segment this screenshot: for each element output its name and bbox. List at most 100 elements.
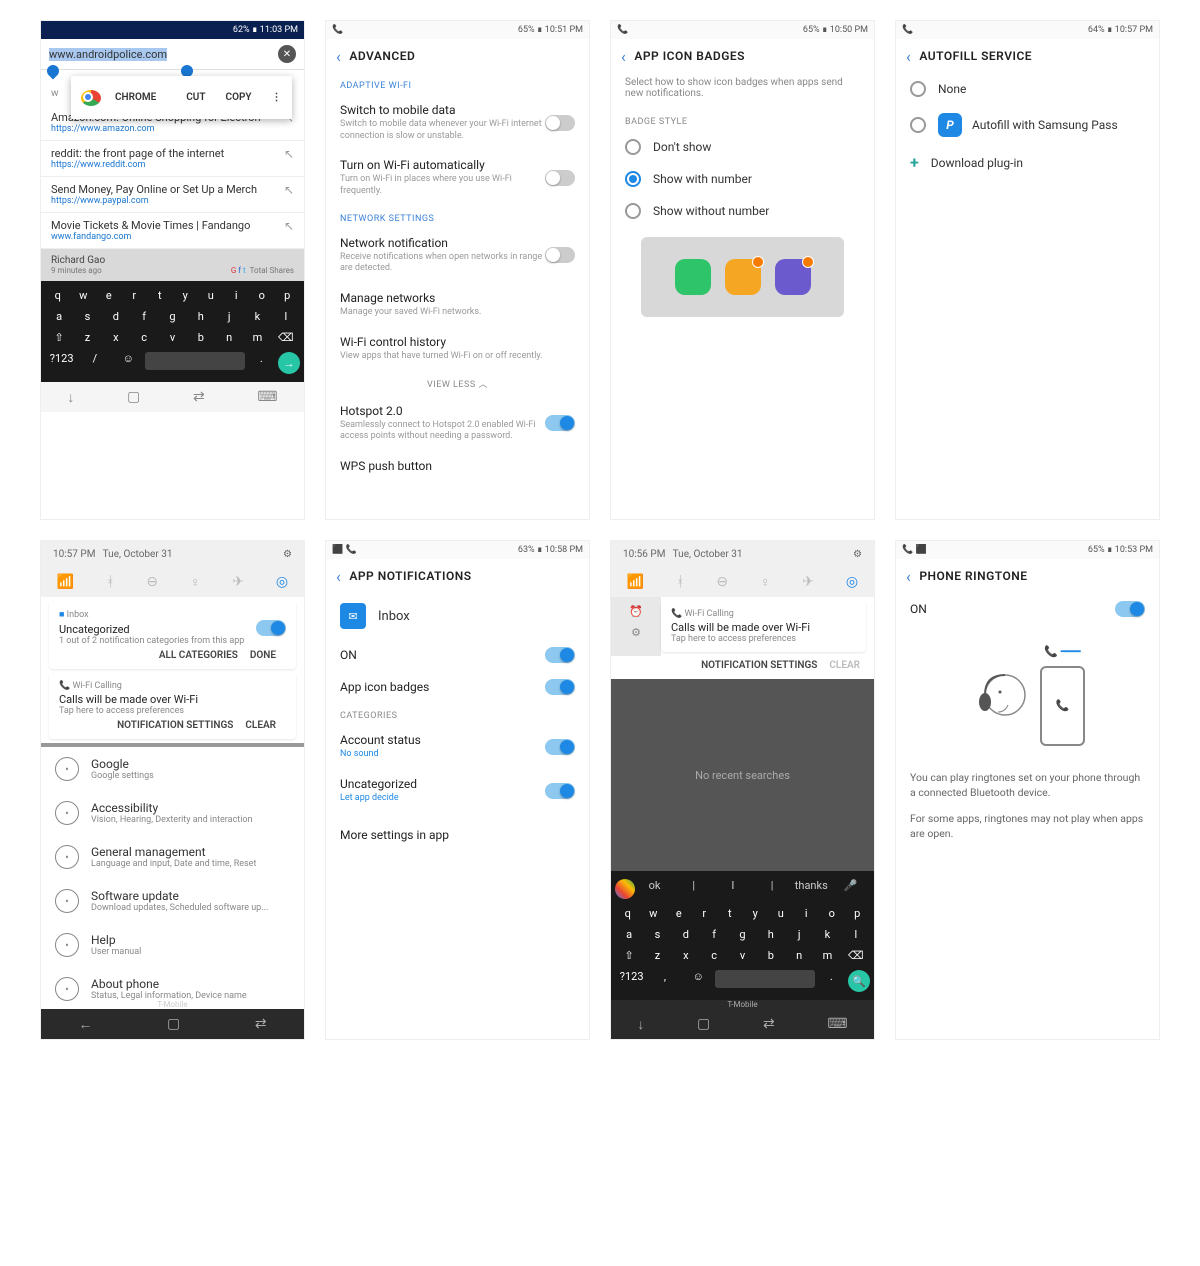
clear-icon[interactable]: ✕	[278, 45, 296, 63]
ctx-more-icon[interactable]: ⋮	[262, 76, 292, 119]
insert-arrow-icon[interactable]: ↖	[284, 219, 294, 233]
ctx-copy[interactable]: COPY	[216, 76, 262, 119]
toggle[interactable]	[545, 415, 575, 431]
setting-more-in-app[interactable]: More settings in app	[326, 820, 589, 850]
toggle[interactable]	[1115, 601, 1145, 617]
nav-recent-icon[interactable]: ▢	[127, 389, 140, 405]
settings-icon[interactable]: ⚙	[283, 549, 292, 560]
bluetooth-icon[interactable]: ᚼ	[676, 574, 684, 591]
nav-back-icon[interactable]: ←	[78, 1016, 92, 1033]
setting-hotspot[interactable]: Hotspot 2.0Seamlessly connect to Hotspot…	[326, 396, 589, 451]
ctx-chrome[interactable]: CHROME	[71, 76, 176, 119]
nav-keyboard-icon[interactable]: ⌨	[827, 1016, 847, 1032]
setting-switch-mobile-data[interactable]: Switch to mobile dataSwitch to mobile da…	[326, 95, 589, 150]
gear-icon[interactable]: ⚙	[631, 626, 641, 639]
radio-dont-show[interactable]: Don't show	[611, 131, 874, 163]
navbar[interactable]: ↓ ▢ ⇄ ⌨	[611, 1009, 874, 1039]
bluetooth-icon[interactable]: ᚼ	[106, 574, 114, 591]
suggestion-item[interactable]: reddit: the front page of the internetht…	[41, 141, 304, 177]
setting-account-status[interactable]: Account statusNo sound	[326, 725, 589, 769]
clear-button[interactable]: CLEAR	[245, 720, 276, 731]
nav-switch-icon[interactable]: ⇄	[763, 1016, 775, 1032]
google-icon[interactable]	[615, 879, 635, 899]
setting-network-notif[interactable]: Network notificationReceive notification…	[326, 228, 589, 283]
toggle[interactable]	[545, 647, 575, 663]
ctx-cut[interactable]: CUT	[176, 76, 215, 119]
qs-icons[interactable]: 📶 ᚼ ⊖ ♀ ✈ ◎	[41, 568, 304, 597]
toggle[interactable]	[545, 115, 575, 131]
suggestion-item[interactable]: Send Money, Pay Online or Set Up a Merch…	[41, 177, 304, 213]
setting-manage-networks[interactable]: Manage networksManage your saved Wi-Fi n…	[326, 283, 589, 327]
suggestion-row[interactable]: ok|I|thanks🎤	[615, 875, 870, 903]
insert-arrow-icon[interactable]: ↖	[284, 147, 294, 161]
nav-keyboard-icon[interactable]: ⌨	[257, 389, 277, 405]
toggle[interactable]	[545, 170, 575, 186]
navbar[interactable]: ← ▢ ⇄	[41, 1009, 304, 1039]
keyboard[interactable]: ok|I|thanks🎤 qwertyuiop asdfghjkl ⇧zxcvb…	[611, 871, 874, 1000]
keyboard-row[interactable]: ?123/☺.→	[45, 348, 300, 378]
keyboard[interactable]: qwertyuiop asdfghjkl ⇧zxcvbnm⌫ ?123/☺.→	[41, 281, 304, 382]
wifi-icon[interactable]: 📶	[57, 574, 74, 591]
keyboard-row[interactable]: ⇧zxcvbnm⌫	[615, 945, 870, 966]
nav-recent-icon[interactable]: ▢	[167, 1016, 180, 1032]
qs-icons[interactable]: 📶ᚼ⊖♀✈◎	[611, 568, 874, 597]
dnd-icon[interactable]: ⊖	[716, 574, 728, 591]
keyboard-row[interactable]: asdfghjkl	[615, 924, 870, 945]
setting-app-icon-badges[interactable]: App icon badges	[326, 671, 589, 703]
back-icon[interactable]: ‹	[906, 567, 911, 586]
download-plugin[interactable]: +Download plug-in	[896, 145, 1159, 180]
nfc-icon[interactable]: ◎	[846, 574, 858, 591]
settings-icon[interactable]: ⚙	[853, 549, 862, 560]
url-text[interactable]: www.androidpolice.com	[49, 48, 167, 61]
keyboard-row[interactable]: ⇧zxcvbnm⌫	[45, 327, 300, 348]
nav-recent-icon[interactable]: ▢	[697, 1016, 710, 1032]
suggestion-item[interactable]: Movie Tickets & Movie Times | Fandangoww…	[41, 213, 304, 249]
toggle[interactable]	[545, 783, 575, 799]
notif-settings-button[interactable]: NOTIFICATION SETTINGS	[117, 720, 233, 731]
airplane-icon[interactable]: ✈	[232, 574, 244, 591]
radio-samsung-pass[interactable]: PAutofill with Samsung Pass	[896, 105, 1159, 145]
nav-down-icon[interactable]: ↓	[67, 389, 74, 406]
mic-icon[interactable]: 🎤	[831, 879, 870, 899]
setting-on[interactable]: ON	[326, 639, 589, 671]
notification-card-inbox[interactable]: ■ Inbox Uncategorized 1 out of 2 notific…	[49, 601, 296, 669]
radio-none[interactable]: None	[896, 73, 1159, 105]
clear-button[interactable]: CLEAR	[829, 660, 860, 671]
nav-switch-icon[interactable]: ⇄	[255, 1016, 267, 1032]
setting-on[interactable]: ON	[896, 593, 1159, 625]
dnd-icon[interactable]: ⊖	[146, 574, 158, 591]
all-categories-button[interactable]: ALL CATEGORIES	[159, 650, 238, 661]
back-icon[interactable]: ‹	[621, 47, 626, 66]
alarm-icon[interactable]: ⏰	[629, 605, 643, 618]
insert-arrow-icon[interactable]: ↖	[284, 183, 294, 197]
radio-show-number[interactable]: Show with number	[611, 163, 874, 195]
toggle[interactable]	[256, 620, 286, 636]
setting-wifi-history[interactable]: Wi-Fi control historyView apps that have…	[326, 327, 589, 371]
keyboard-row[interactable]: qwertyuiop	[615, 903, 870, 924]
nav-switch-icon[interactable]: ⇄	[193, 389, 205, 405]
keyboard-row[interactable]: asdfghjkl	[45, 306, 300, 327]
url-bar[interactable]: www.androidpolice.com ✕	[41, 39, 304, 70]
back-icon[interactable]: ‹	[336, 567, 341, 586]
navbar[interactable]: ↓ ▢ ⇄ ⌨	[41, 382, 304, 412]
notification-history-icons[interactable]: ⏰⚙	[611, 597, 661, 656]
wifi-icon[interactable]: 📶	[627, 574, 644, 591]
setting-uncategorized[interactable]: UncategorizedLet app decide	[326, 769, 589, 813]
keyboard-row[interactable]: ?123,☺.🔍	[615, 966, 870, 996]
toggle[interactable]	[545, 679, 575, 695]
notif-settings-button[interactable]: NOTIFICATION SETTINGS	[701, 660, 817, 671]
toggle[interactable]	[545, 739, 575, 755]
toggle[interactable]	[545, 247, 575, 263]
flashlight-icon[interactable]: ♀	[760, 574, 771, 591]
setting-wifi-auto[interactable]: Turn on Wi-Fi automaticallyTurn on Wi-Fi…	[326, 150, 589, 205]
notification-card-wifi-calling[interactable]: 📞 Wi-Fi Calling Calls will be made over …	[661, 601, 866, 652]
nfc-icon[interactable]: ◎	[276, 574, 288, 591]
done-button[interactable]: DONE	[250, 650, 276, 661]
view-less-button[interactable]: VIEW LESS ︿	[326, 371, 589, 396]
notification-card-wifi-calling[interactable]: 📞 Wi-Fi Calling Calls will be made over …	[49, 673, 296, 739]
back-icon[interactable]: ‹	[906, 47, 911, 66]
back-icon[interactable]: ‹	[336, 47, 341, 66]
flashlight-icon[interactable]: ♀	[190, 574, 201, 591]
keyboard-row[interactable]: qwertyuiop	[45, 285, 300, 306]
nav-down-icon[interactable]: ↓	[637, 1016, 644, 1033]
